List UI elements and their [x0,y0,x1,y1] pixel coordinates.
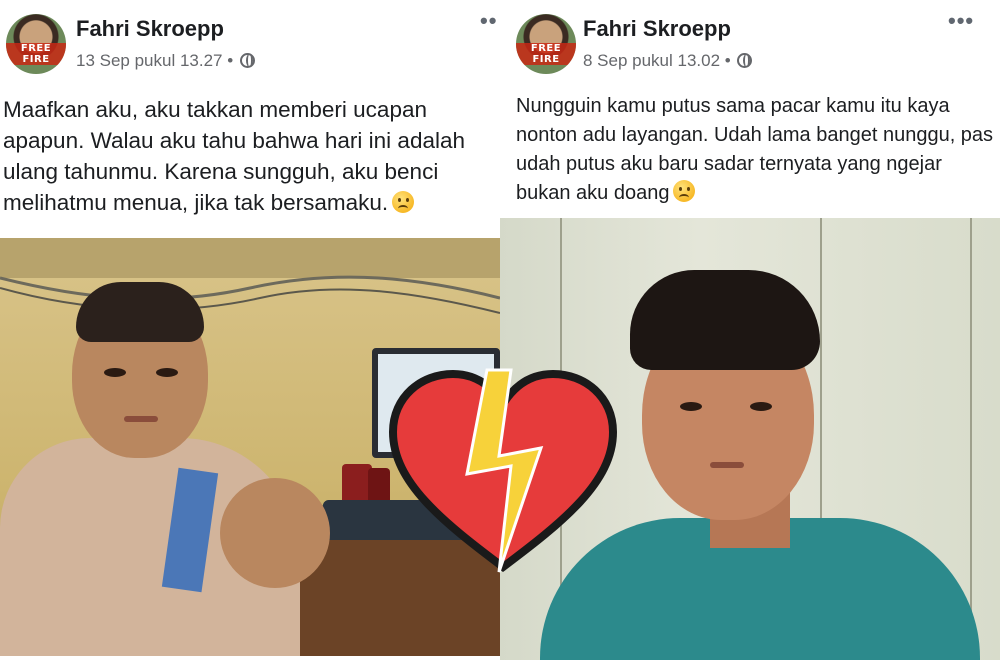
ellipsis-icon[interactable]: ••• [948,8,974,34]
meta-separator: • [724,51,731,70]
globe-icon [737,53,753,68]
ellipsis-icon[interactable]: •• [480,8,497,34]
post-text: Nungguin kamu putus sama pacar kamu itu … [516,92,996,208]
post-timestamp[interactable]: 8 Sep pukul 13.02 [583,51,720,70]
eye [750,402,772,411]
meta-separator: • [227,51,234,70]
author-avatar[interactable]: FREE FIRE [6,14,66,74]
mouth [124,416,158,422]
mouth [710,462,744,468]
post-timestamp[interactable]: 13 Sep pukul 13.27 [76,51,223,70]
boy-hair [76,282,204,342]
broken-heart-icon [388,368,618,573]
post-text: Maafkan aku, aku takkan memberi ucapan a… [3,94,498,218]
wires [0,275,500,314]
avatar-badge: FREE FIRE [516,43,576,65]
post-text-body: Nungguin kamu putus sama pacar kamu itu … [516,95,994,204]
avatar-badge: FREE FIRE [6,43,66,65]
post-meta: 13 Sep pukul 13.27 • [76,51,255,71]
post-meta: 8 Sep pukul 13.02 • [583,51,753,71]
eye [104,368,126,377]
eye [680,402,702,411]
frowning-face-icon [673,180,696,202]
author-avatar[interactable]: FREE FIRE [516,14,576,74]
eye [156,368,178,377]
wall-plank [970,218,972,660]
author-name[interactable]: Fahri Skroepp [76,16,224,42]
author-name[interactable]: Fahri Skroepp [583,16,731,42]
frowning-face-icon [392,191,415,213]
boy-hand [220,478,330,588]
boy-hair [630,270,820,370]
globe-icon [239,53,255,68]
